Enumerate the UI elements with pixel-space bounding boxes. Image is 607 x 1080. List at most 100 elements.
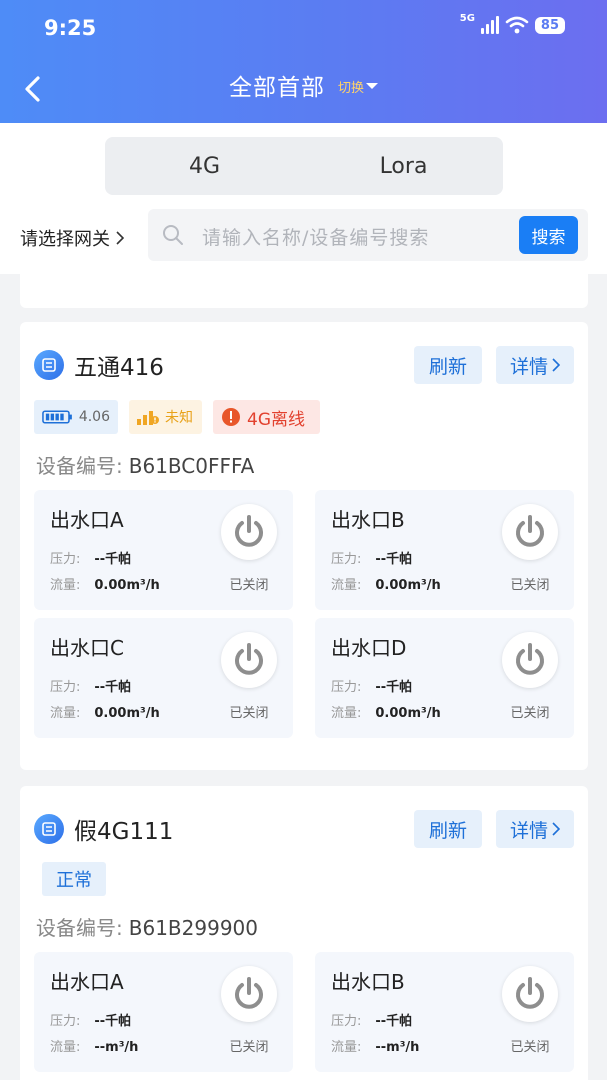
status-text: 4G离线: [247, 409, 305, 430]
flow-value: 0.00m³/h: [375, 706, 441, 721]
device-name: 假4G111: [74, 819, 174, 845]
power-toggle[interactable]: [502, 632, 558, 688]
power-toggle[interactable]: [502, 966, 558, 1022]
power-toggle[interactable]: [502, 504, 558, 560]
outlet-name: 出水口C: [50, 636, 124, 660]
gateway-label: 请选择网关: [20, 229, 110, 250]
serial-value: B61B299900: [128, 916, 258, 940]
serial-number: 设备编号: B61BC0FFFA: [36, 450, 254, 479]
flow-label: 流量:: [331, 1040, 362, 1055]
device-card: 五通416 刷新 详情 4.06 未知 4G离线 设备编号: B61BC0FFF…: [20, 322, 588, 770]
detail-button[interactable]: 详情: [496, 810, 574, 848]
battery-voltage: 4.06: [78, 409, 110, 425]
pressure-label: 压力:: [331, 680, 362, 695]
pressure-value: --千帕: [375, 1014, 413, 1029]
outlet-card: 出水口A 压力: --千帕 流量: 0.00m³/h 已关闭: [34, 490, 293, 610]
device-header: 五通416: [34, 348, 164, 382]
gateway-selector[interactable]: 请选择网关: [20, 225, 124, 251]
flow-label: 流量:: [331, 706, 362, 721]
network-type: 5G: [459, 12, 475, 24]
flow-row: 流量: 0.00m³/h: [331, 702, 441, 721]
caret-down-icon: [366, 83, 379, 89]
outlet-card: 出水口D 压力: --千帕 流量: 0.00m³/h 已关闭: [315, 618, 574, 738]
app-header: 9:25 5G 85 全部首部 切换: [0, 0, 607, 123]
switch-label: 切换: [338, 81, 365, 96]
info-icon: [222, 408, 240, 426]
pressure-value: --千帕: [94, 552, 132, 567]
chevron-right-icon: [116, 231, 124, 245]
search-box: 请输入名称/设备编号搜索 搜索: [148, 209, 588, 261]
pressure-value: --千帕: [94, 1014, 132, 1029]
outlet-name: 出水口B: [331, 970, 405, 994]
outlet-card: 出水口B 压力: --千帕 流量: 0.00m³/h 已关闭: [315, 490, 574, 610]
status-icons: 5G 85: [459, 12, 565, 34]
power-icon: [516, 643, 544, 675]
outlet-name: 出水口A: [50, 970, 124, 994]
power-icon: [516, 515, 544, 547]
flow-value: 0.00m³/h: [94, 578, 160, 593]
cell-signal-icon: [480, 16, 499, 34]
pressure-label: 压力:: [50, 680, 81, 695]
pressure-row: 压力: --千帕: [331, 676, 412, 695]
flow-value: --m³/h: [375, 1040, 420, 1055]
serial-label: 设备编号:: [36, 916, 123, 940]
pressure-value: --千帕: [375, 552, 413, 567]
status-time: 9:25: [44, 16, 97, 40]
pressure-label: 压力:: [50, 1014, 81, 1029]
pressure-row: 压力: --千帕: [331, 548, 412, 567]
power-toggle[interactable]: [221, 966, 277, 1022]
flow-row: 流量: --m³/h: [331, 1036, 419, 1055]
serial-number: 设备编号: B61B299900: [36, 912, 258, 941]
search-input[interactable]: 请输入名称/设备编号搜索: [202, 223, 429, 250]
tab-lora[interactable]: Lora: [304, 137, 503, 195]
battery-icon: [42, 410, 72, 424]
flow-label: 流量:: [50, 1040, 81, 1055]
valve-state: 已关闭: [510, 1040, 550, 1055]
flow-row: 流量: 0.00m³/h: [331, 574, 441, 593]
valve-state: 已关闭: [229, 1040, 269, 1055]
pressure-label: 压力:: [50, 552, 81, 567]
power-icon: [235, 515, 263, 547]
detail-button[interactable]: 详情: [496, 346, 574, 384]
outlet-name: 出水口D: [331, 636, 407, 660]
valve-state: 已关闭: [229, 706, 269, 721]
serial-value: B61BC0FFFA: [128, 454, 255, 478]
detail-label: 详情: [509, 819, 548, 842]
signal-text: 未知: [165, 410, 193, 426]
pressure-value: --千帕: [375, 680, 413, 695]
battery-tag: 4.06: [34, 400, 118, 434]
power-icon: [235, 977, 263, 1009]
chevron-right-icon: [552, 822, 560, 836]
pressure-row: 压力: --千帕: [50, 676, 131, 695]
outlet-card: 出水口B 压力: --千帕 流量: --m³/h 已关闭: [315, 952, 574, 1072]
network-tabs: 4G Lora: [105, 137, 503, 195]
flow-label: 流量:: [50, 706, 81, 721]
device-icon: [34, 350, 64, 380]
page-title: 全部首部: [228, 75, 325, 101]
pressure-row: 压力: --千帕: [50, 548, 131, 567]
device-list[interactable]: 五通416 刷新 详情 4.06 未知 4G离线 设备编号: B61BC0FFF…: [0, 274, 607, 1080]
battery-indicator: 85: [534, 16, 565, 34]
outlet-name: 出水口A: [50, 508, 124, 532]
previous-card: [20, 274, 588, 308]
refresh-button[interactable]: 刷新: [414, 810, 482, 848]
flow-row: 流量: 0.00m³/h: [50, 702, 160, 721]
refresh-button[interactable]: 刷新: [414, 346, 482, 384]
power-toggle[interactable]: [221, 632, 277, 688]
power-icon: [516, 977, 544, 1009]
status-tags: 4.06 未知 4G离线: [34, 400, 320, 434]
search-button[interactable]: 搜索: [519, 216, 578, 254]
offline-tag: 4G离线: [213, 400, 320, 434]
serial-label: 设备编号:: [36, 454, 123, 478]
flow-label: 流量:: [331, 578, 362, 593]
outlet-name: 出水口B: [331, 508, 405, 532]
flow-row: 流量: 0.00m³/h: [50, 574, 160, 593]
switch-button[interactable]: 切换: [338, 81, 379, 96]
device-card: 假4G111 刷新 详情 正常 设备编号: B61B299900 出水口A 压力:…: [20, 786, 588, 1080]
power-icon: [235, 643, 263, 675]
device-name: 五通416: [74, 355, 164, 381]
title-area: 全部首部 切换: [0, 68, 607, 102]
device-header: 假4G111: [34, 812, 173, 846]
tab-4g[interactable]: 4G: [105, 137, 304, 195]
power-toggle[interactable]: [221, 504, 277, 560]
